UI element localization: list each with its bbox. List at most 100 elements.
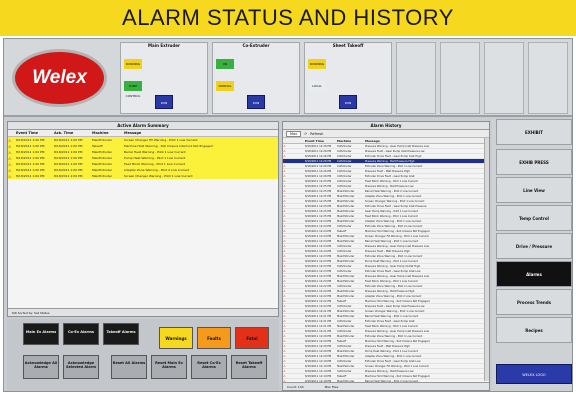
reset-takeoff-button[interactable]: Reset Takeoff Alarms [231,355,267,379]
message: Extruder Zone Warning - Pilot 1 Low Curr… [365,334,423,338]
warning-icon: ⚠ [283,284,286,288]
refresh-button[interactable]: Refresh [310,132,323,136]
nav-welex-button[interactable]: WELEX LOGO [496,364,572,384]
message: Pressure Warning - Melt Pressure High [365,289,415,293]
warning-icon: ⚠ [283,344,286,348]
warning-icon: ⚠ [283,229,286,233]
message: Screen Changer Fill Warning - Pilot 1 Lo… [124,138,198,142]
event-time: 8/18/2011 12:25 PM [305,194,332,198]
message: Barrel Heat Warning - Pilot 1 Low Curren… [365,314,419,318]
machine: Takeoff [337,339,347,343]
warning-icon: ⚠ [283,314,286,318]
column-header[interactable]: Message [365,139,489,143]
message: Machine Hold Warning - Roll Closure Not … [365,229,430,233]
warning-icon: ⚠ [283,199,286,203]
empty-panel [484,42,524,114]
message: Pressure Warning - Gear Pump Inlet Press… [365,244,429,248]
takeoff-alarms-button[interactable]: Takeoff Alarms [103,323,139,345]
reset-main-ex-button[interactable]: Reset Main Ex Alarms [151,355,187,379]
nav-recipes[interactable]: Recipes [496,317,572,343]
warnings-filter-button[interactable]: Warnings [159,327,193,349]
takeoff-button[interactable]: RUN [339,95,357,109]
column-header[interactable]: Event Time [305,139,337,143]
nav-process-trends[interactable]: Process Trends [496,289,572,315]
message: Extruder Drive Fault - Gear Pump Inlet [365,319,415,323]
column-header[interactable]: Ack. Time [54,131,92,135]
history-footer: Count: 134 Max Files [283,382,489,390]
nav-exhib-press[interactable]: EXHIB PRESS [496,149,572,175]
machine: CoExtruder [337,244,352,248]
message: Gear Pump Warning - Pilot 1 Low Current [365,209,419,213]
nav-temp-control[interactable]: Temp Control [496,205,572,231]
column-header[interactable]: Machine [337,139,365,143]
message: Screen Changer Warning - Pilot 1 Low Cur… [124,174,193,178]
warning-icon: ⚠ [8,155,12,161]
event-time: 8/18/2011 12:20 PM [305,334,332,338]
warning-icon: ⚠ [8,161,12,167]
machine: MainExtruder [337,189,355,193]
event-time: 8/18/2011 12:24 PM [305,219,332,223]
reset-co-ex-button[interactable]: Reset Co-Ex Alarms [191,355,227,379]
warning-icon: ⚠ [283,274,286,278]
alarm-list: ⚠ 8/18/2011 1:00 PM 8/18/2011 1:00 PM MainE… [8,137,278,179]
event-time: 8/18/2011 12:21 PM [305,319,332,323]
message: Pressure Warning - Gear Pump Inlet Press… [365,329,429,333]
machine: Takeoff [92,144,103,148]
co-extruder-button[interactable]: RUN [247,95,265,109]
warning-icon: ⚠ [8,167,12,173]
message: Extruder Zone Warning - Pilot 2 Low Curr… [365,224,423,228]
history-toolbar: Max ⟳ Refresh [283,130,489,138]
banner-title: ALARM STATUS AND HISTORY [122,5,454,30]
status-badge: RUNNING [124,59,142,69]
machine: CoExtruder [337,224,352,228]
nav-drive-pressure[interactable]: Drive / Pressure [496,233,572,259]
history-scrollbar[interactable] [484,138,489,381]
message: Extruder Drive Fault - Gear Pump Inlet L… [365,359,421,363]
table-row[interactable]: ⚠ 8/18/2011 1:00 PM 8/18/2011 1:00 PM MainE… [8,173,278,179]
machine: MainExtruder [92,150,113,154]
machine: MainExtruder [337,239,355,243]
column-header[interactable]: Machine [92,131,124,135]
event-time: 8/18/2011 12:21 PM [305,324,332,328]
message: Pressure Warning - Gear Pump Outlet High [365,264,421,268]
refresh-icon[interactable]: ⟳ [304,132,307,136]
faults-filter-button[interactable]: Faults [197,327,231,349]
event-time: 8/18/2011 1:00 PM [16,156,45,160]
main-ex-alarms-button[interactable]: Main Ex Alarms [23,323,59,345]
machine: MainExtruder [337,204,355,208]
event-time: 8/18/2011 12:19 PM [305,374,332,378]
column-header[interactable]: Message [124,131,278,135]
fatal-filter-button[interactable]: Fatal [235,327,269,349]
column-header[interactable]: Event Time [16,131,54,135]
warning-icon: ⚠ [283,279,286,283]
panel-title: Active Alarm Summary [8,122,278,130]
warning-icon: ⚠ [283,154,286,158]
ack-time: 8/18/2011 1:00 PM [54,144,83,148]
ack-time: 8/18/2011 1:00 PM [54,138,83,142]
machine: MainExtruder [92,162,113,166]
message: Adapter Zone Warning - Pilot 1 Low Curre… [365,219,422,223]
acknowledge-selected-button[interactable]: Acknowledge Selected Alarm [63,355,99,379]
reset-all-button[interactable]: Reset All Alarms [111,355,147,379]
co-ex-alarms-button[interactable]: Co-Ex Alarms [63,323,99,345]
event-time: 8/18/2011 1:00 PM [16,162,45,166]
acknowledge-all-button[interactable]: Acknowledge All Alarms [23,355,59,379]
warning-icon: ⚠ [283,204,286,208]
event-time: 8/18/2011 12:23 PM [305,254,332,258]
warning-icon: ⚠ [283,164,286,168]
nav-exhibit[interactable]: EXHIBIT [496,119,572,145]
nav-alarms[interactable]: Alarms [496,261,572,287]
machine: CoExtruder [337,184,352,188]
message: Feed Block Warning - Pilot 1 Low Current [365,279,418,283]
warning-icon: ⚠ [283,359,286,363]
warning-icon: ⚠ [283,234,286,238]
event-time: 8/18/2011 12:20 PM [305,349,332,353]
sheet-takeoff-panel: Sheet Takeoff RUNNING LOCAL RUN [304,42,392,114]
main-extruder-button[interactable]: RUN [155,95,173,109]
filter-dropdown[interactable]: Max [286,130,302,137]
message: Pressure Warning - Melt Pressure High [365,159,415,163]
machine: CoExtruder [337,174,352,178]
warning-icon: ⚠ [283,209,286,213]
warning-icon: ⚠ [283,269,286,273]
nav-line-view[interactable]: Line View [496,177,572,203]
